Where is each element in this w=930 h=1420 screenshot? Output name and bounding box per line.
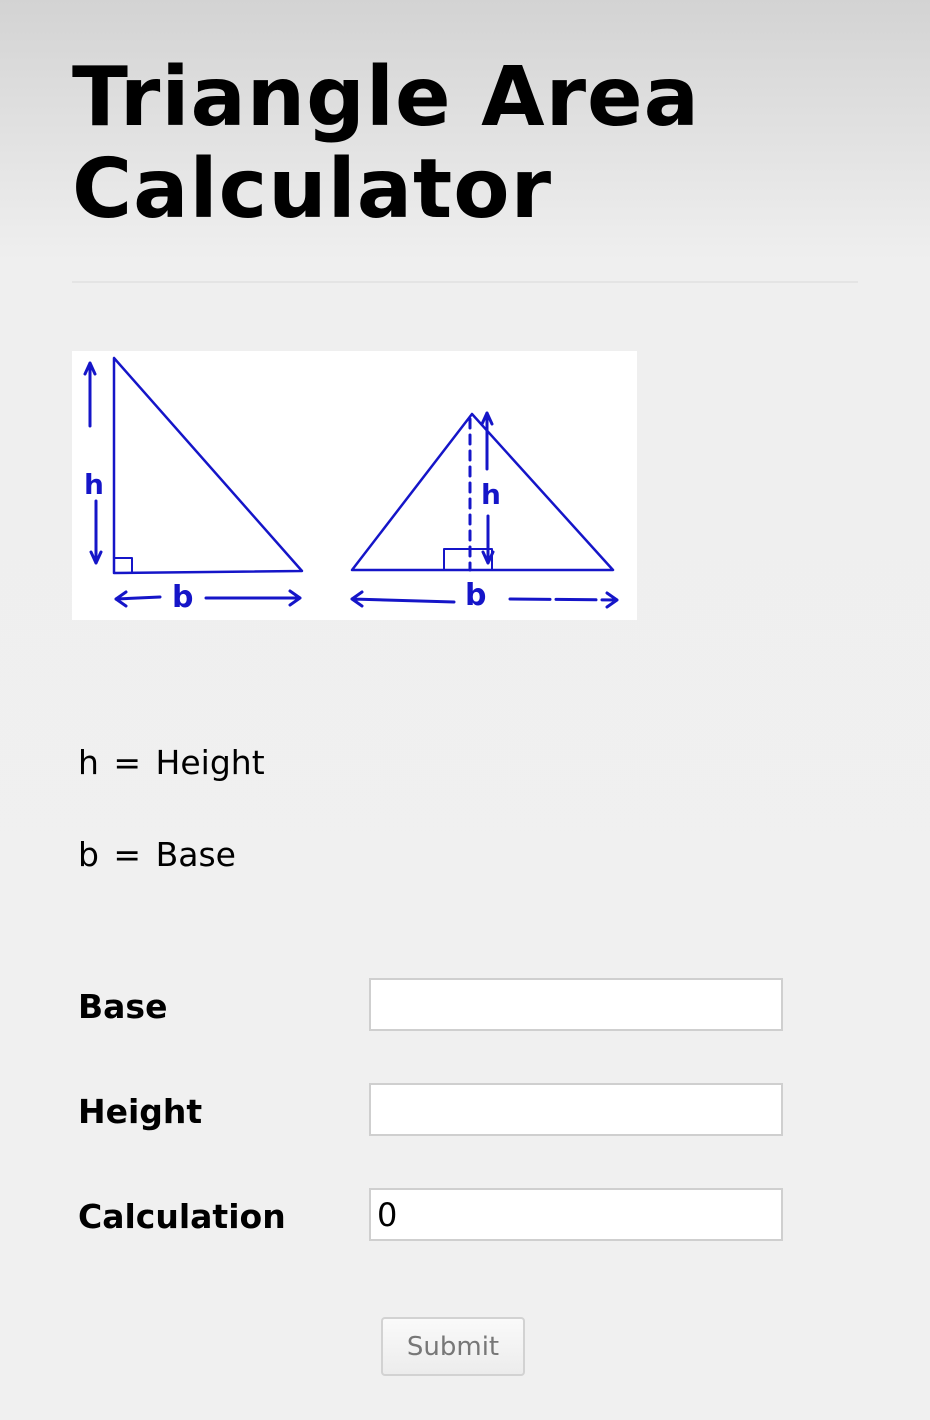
base-legend: b = Base xyxy=(78,835,236,874)
calculation-label: Calculation xyxy=(78,1197,286,1236)
height-label: Height xyxy=(78,1092,203,1131)
height-legend: h = Height xyxy=(78,743,265,782)
figure-b-label-left: b xyxy=(172,580,193,615)
base-label: Base xyxy=(78,987,168,1026)
acute-triangle-figure: h b xyxy=(350,411,619,613)
triangle-diagram: h b h b xyxy=(72,351,637,620)
calculation-output[interactable] xyxy=(369,1188,783,1241)
right-triangle-figure: h b xyxy=(83,356,304,615)
height-input[interactable] xyxy=(369,1083,783,1136)
page-title: Triangle Area Calculator xyxy=(72,50,700,237)
divider xyxy=(72,281,858,283)
figure-h-label-left: h xyxy=(84,468,104,501)
figure-h-label-right: h xyxy=(481,478,501,511)
base-input[interactable] xyxy=(369,978,783,1031)
submit-button[interactable]: Submit xyxy=(381,1317,525,1376)
figure-b-label-right: b xyxy=(465,578,486,613)
